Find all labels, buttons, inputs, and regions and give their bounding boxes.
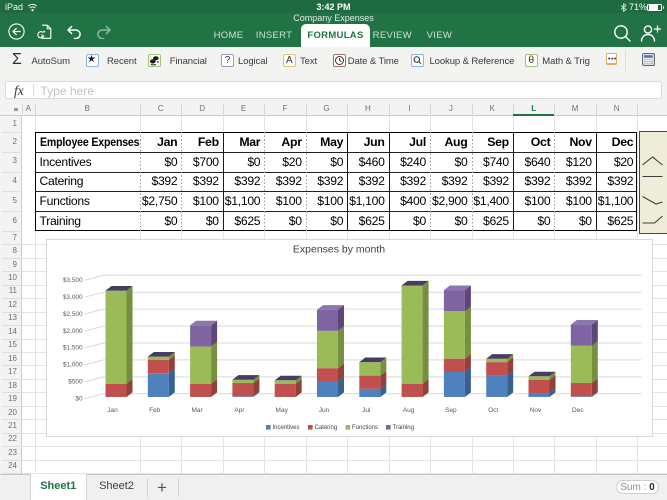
svg-text:$2,000: $2,000 — [62, 327, 82, 334]
svg-text:Jan: Jan — [107, 407, 118, 414]
svg-text:Jun: Jun — [318, 407, 329, 414]
svg-text:Sep: Sep — [445, 407, 457, 414]
svg-text:Dec: Dec — [572, 407, 584, 414]
svg-text:$1,500: $1,500 — [62, 344, 82, 351]
svg-text:Jul: Jul — [362, 407, 371, 414]
svg-text:$2,500: $2,500 — [62, 310, 82, 317]
svg-text:$3,000: $3,000 — [62, 293, 82, 300]
svg-text:$0: $0 — [75, 395, 83, 402]
svg-text:Oct: Oct — [488, 407, 498, 414]
svg-text:Feb: Feb — [149, 407, 161, 414]
svg-text:Apr: Apr — [234, 407, 245, 414]
svg-text:Catering: Catering — [314, 425, 337, 431]
svg-text:$1,000: $1,000 — [62, 361, 82, 368]
svg-text:Training: Training — [392, 425, 413, 431]
svg-text:Functions: Functions — [352, 425, 378, 431]
svg-text:Incentives: Incentives — [272, 425, 299, 431]
svg-text:Aug: Aug — [402, 407, 414, 414]
svg-text:Mar: Mar — [191, 407, 203, 414]
svg-text:Expenses by month: Expenses by month — [292, 243, 384, 255]
svg-text:Nov: Nov — [529, 407, 541, 414]
svg-text:$500: $500 — [68, 378, 83, 385]
svg-text:May: May — [275, 407, 288, 414]
svg-text:$3,500: $3,500 — [62, 277, 82, 284]
